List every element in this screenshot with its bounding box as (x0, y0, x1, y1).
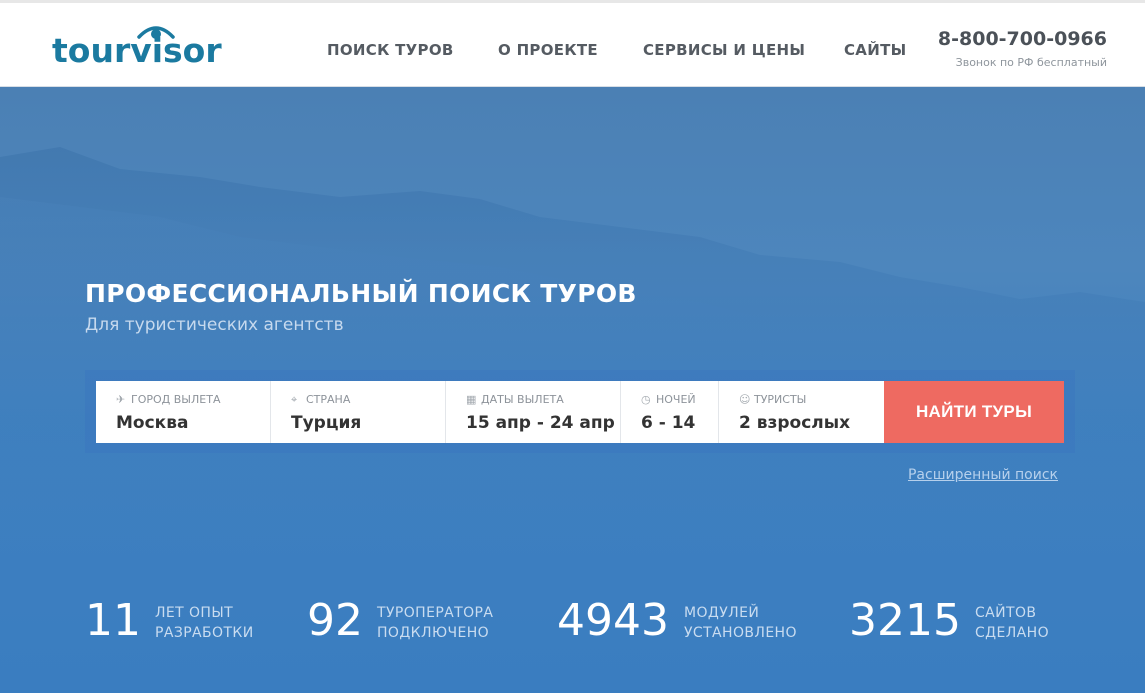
user-icon: ☺ (739, 393, 751, 406)
nights-label: ◷ НОЧЕЙ (641, 393, 696, 406)
nights-value: 6 - 14 (641, 413, 696, 433)
site-header: tourvisor ПОИСК ТУРОВ О ПРОЕКТЕ СЕРВИСЫ … (0, 0, 1145, 87)
search-fields: ✈ ГОРОД ВЫЛЕТА Москва ⌖ СТРАНА Турция ▦ ДАТ… (96, 381, 1064, 443)
tourists-field[interactable]: ☺ ТУРИСТЫ 2 взрослых (719, 381, 884, 443)
nights-field[interactable]: ◷ НОЧЕЙ 6 - 14 (621, 381, 719, 443)
departure-city-field[interactable]: ✈ ГОРОД ВЫЛЕТА Москва (96, 381, 271, 443)
tourists-value: 2 взрослых (739, 413, 851, 433)
hero-title: ПРОФЕССИОНАЛЬНЫЙ ПОИСК ТУРОВ (85, 279, 637, 308)
nav-sites[interactable]: САЙТЫ (844, 41, 906, 59)
stat-caption: МОДУЛЕЙ УСТАНОВЛЕНО (684, 605, 797, 641)
phone-note: Звонок по РФ бесплатный (955, 56, 1107, 69)
hero-subtitle: Для туристических агентств (85, 315, 344, 335)
find-tours-button[interactable]: НАЙТИ ТУРЫ (884, 381, 1064, 443)
country-value: Турция (291, 413, 362, 433)
nav-tour-search[interactable]: ПОИСК ТУРОВ (327, 41, 454, 59)
phone-block: 8-800-700-0966 Звонок по РФ бесплатный (938, 28, 1107, 69)
departure-city-label: ✈ ГОРОД ВЫЛЕТА (116, 393, 221, 406)
stat-caption: ТУРОПЕРАТОРА ПОДКЛЮЧЕНО (377, 605, 494, 641)
stat-caption: САЙТОВ СДЕЛАНО (975, 605, 1050, 641)
nav-services-prices[interactable]: СЕРВИСЫ И ЦЕНЫ (643, 41, 805, 59)
phone-number[interactable]: 8-800-700-0966 (938, 28, 1107, 50)
advanced-search-link[interactable]: Расширенный поиск (908, 467, 1058, 483)
stat-number: 11 (85, 595, 141, 646)
stat-number: 4943 (557, 595, 669, 646)
stat-number: 3215 (849, 595, 961, 646)
calendar-icon: ▦ (466, 393, 477, 406)
departure-dates-value: 15 апр - 24 апр (466, 413, 615, 433)
logo-eye-icon (137, 26, 175, 39)
country-field[interactable]: ⌖ СТРАНА Турция (271, 381, 446, 443)
clock-icon: ◷ (641, 393, 651, 406)
location-pin-icon: ⌖ (291, 393, 298, 406)
stat-caption: ЛЕТ ОПЫТ РАЗРАБОТКИ (155, 605, 254, 641)
departure-dates-label: ▦ ДАТЫ ВЫЛЕТА (466, 393, 564, 406)
tourists-label: ☺ ТУРИСТЫ (739, 393, 807, 406)
plane-icon: ✈ (116, 393, 126, 406)
stat-number: 92 (307, 595, 363, 646)
search-form: ✈ ГОРОД ВЫЛЕТА Москва ⌖ СТРАНА Турция ▦ ДАТ… (85, 370, 1075, 453)
departure-city-value: Москва (116, 413, 189, 433)
hero-section: ПРОФЕССИОНАЛЬНЫЙ ПОИСК ТУРОВ Для туристи… (0, 87, 1145, 693)
country-label: ⌖ СТРАНА (291, 393, 351, 406)
departure-dates-field[interactable]: ▦ ДАТЫ ВЫЛЕТА 15 апр - 24 апр (446, 381, 621, 443)
nav-about[interactable]: О ПРОЕКТЕ (498, 41, 598, 59)
